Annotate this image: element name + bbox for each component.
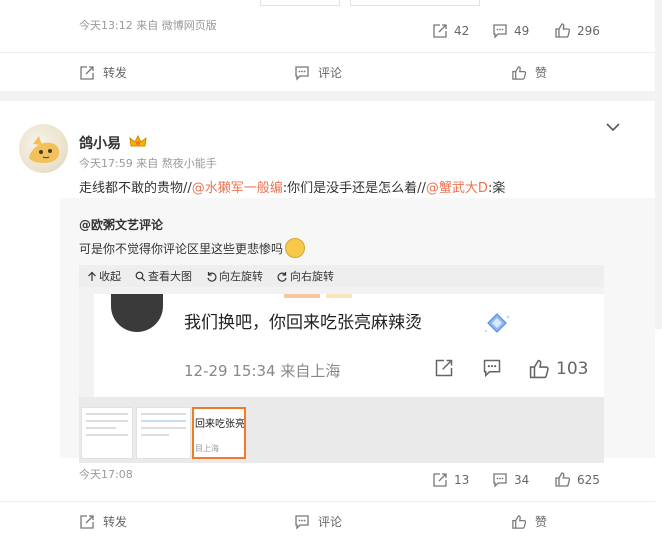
thumbs-up-icon — [512, 65, 527, 80]
comment-count: 34 — [514, 473, 530, 487]
repost-text: 可是你不觉得你评论区里这些更悲惨吗 — [79, 242, 284, 256]
image-fragment — [326, 294, 352, 298]
like-count: 296 — [577, 23, 600, 38]
view-large-button[interactable]: 查看大图 — [135, 268, 192, 284]
username[interactable]: 鸽小易 — [79, 133, 121, 153]
avatar[interactable] — [19, 124, 68, 173]
repost-count: 42 — [454, 24, 470, 38]
repost-count: 13 — [454, 473, 470, 487]
divider — [0, 52, 655, 53]
mention-link[interactable]: @水獭军一般编 — [192, 181, 283, 196]
arrow-up-icon — [88, 271, 96, 281]
rotate-left-label: 向左旋转 — [219, 270, 263, 283]
rotate-left-button[interactable]: 向左旋转 — [206, 268, 263, 284]
post-text-part: :楽 — [487, 181, 506, 196]
thumbs-up-icon — [529, 359, 549, 379]
image-fragment — [284, 294, 320, 298]
like-button[interactable]: 赞 — [511, 64, 547, 81]
post-text-part: 走线都不敢的贵物// — [79, 181, 192, 196]
post-text-part: :你们是没手还是怎么着// — [282, 181, 426, 196]
comment-stat[interactable]: 34 — [492, 472, 529, 488]
post-text: 走线都不敢的贵物//@水獭军一般编:你们是没手还是怎么着//@蟹武大D:楽 — [79, 177, 505, 196]
crown-badge-icon — [129, 134, 147, 147]
comment-label: 评论 — [318, 66, 343, 80]
thumb-location: 目上海 — [195, 444, 219, 453]
comment-icon — [493, 24, 507, 39]
repost-button[interactable]: 转发 — [79, 64, 127, 81]
comment-icon — [295, 65, 309, 81]
share-icon — [433, 473, 447, 487]
like-label: 赞 — [535, 66, 548, 80]
collapse-button[interactable]: 收起 — [87, 268, 121, 284]
thumbnail-strip: 回来吃张亮l 目上海 — [79, 397, 604, 463]
post-image-thumb[interactable] — [350, 0, 480, 6]
side-panel-edge — [655, 329, 662, 542]
avatar — [111, 294, 163, 332]
share-icon — [435, 359, 453, 377]
thumbs-up-icon — [555, 23, 571, 38]
comment-button[interactable]: 评论 — [294, 513, 342, 530]
post-image-thumb[interactable] — [260, 0, 340, 6]
comment-button[interactable]: 评论 — [294, 64, 342, 81]
like-count: 625 — [577, 472, 600, 487]
view-large-label: 查看大图 — [148, 270, 192, 283]
repost-author[interactable]: @欧粥文艺评论 — [79, 216, 163, 233]
comment-icon — [493, 473, 507, 488]
like-stat[interactable]: 625 — [554, 471, 600, 488]
rotate-left-icon — [207, 271, 217, 282]
repost-button[interactable]: 转发 — [79, 513, 127, 530]
share-icon — [80, 65, 94, 80]
comment-icon — [483, 359, 501, 378]
chevron-down-icon[interactable] — [606, 122, 620, 132]
comment-icon — [295, 514, 309, 530]
like-count: 103 — [556, 359, 589, 379]
image-toolbar: 收起 查看大图 向左旋转 向右旋转 — [79, 265, 604, 287]
image-thumb[interactable] — [81, 407, 133, 459]
post-meta: 今天17:59 来自 熬夜小能手 — [79, 157, 217, 170]
comment-icon-wrap — [482, 358, 502, 378]
comment-time: 12-29 15:34 来自上海 — [184, 362, 341, 380]
thumb-title: 回来吃张亮l — [195, 419, 246, 430]
thumbs-up-icon — [512, 514, 527, 529]
like-label: 赞 — [535, 515, 548, 529]
thumbs-up-icon — [555, 472, 571, 487]
comment-text: 我们换吧，你回来吃张亮麻辣烫 — [184, 313, 422, 333]
image-thumb[interactable] — [136, 407, 191, 459]
right-margin — [655, 0, 662, 542]
like-stat[interactable]: 296 — [554, 22, 600, 39]
like-stat: 103 — [528, 358, 588, 380]
mention-link[interactable]: @蟹武大D — [426, 181, 488, 196]
comment-label: 评论 — [318, 515, 343, 529]
collapse-label: 收起 — [99, 270, 121, 283]
share-icon — [433, 24, 447, 38]
enlarged-image[interactable]: 我们换吧，你回来吃张亮麻辣烫 12-29 15:34 来自上海 103 — [79, 287, 604, 397]
repost-stat[interactable]: 42 — [432, 23, 469, 39]
post-time: 今天17:08 — [79, 468, 133, 481]
share-icon — [80, 514, 94, 529]
like-button[interactable]: 赞 — [511, 513, 547, 530]
share-icon-wrap — [434, 358, 454, 378]
repost-stat[interactable]: 13 — [432, 472, 469, 488]
post-meta: 今天13:12 来自 微博网页版 — [79, 19, 217, 32]
weibo-post-card: 今天13:12 来自 微博网页版 42 49 296 转发 评论 赞 — [0, 0, 655, 91]
repost-label: 转发 — [103, 66, 128, 80]
image-thumb-selected[interactable]: 回来吃张亮l 目上海 — [192, 407, 246, 459]
divider — [0, 501, 655, 502]
comment-stat[interactable]: 49 — [492, 23, 529, 39]
rotate-right-label: 向右旋转 — [290, 270, 334, 283]
emoji-icon — [285, 238, 305, 258]
search-icon — [135, 271, 146, 281]
rotate-right-icon — [277, 271, 287, 282]
repost-label: 转发 — [103, 515, 128, 529]
rotate-right-button[interactable]: 向右旋转 — [277, 268, 334, 284]
diamond-badge-icon — [484, 313, 510, 333]
comment-screenshot: 我们换吧，你回来吃张亮麻辣烫 12-29 15:34 来自上海 103 — [94, 294, 604, 397]
comment-count: 49 — [514, 24, 530, 38]
